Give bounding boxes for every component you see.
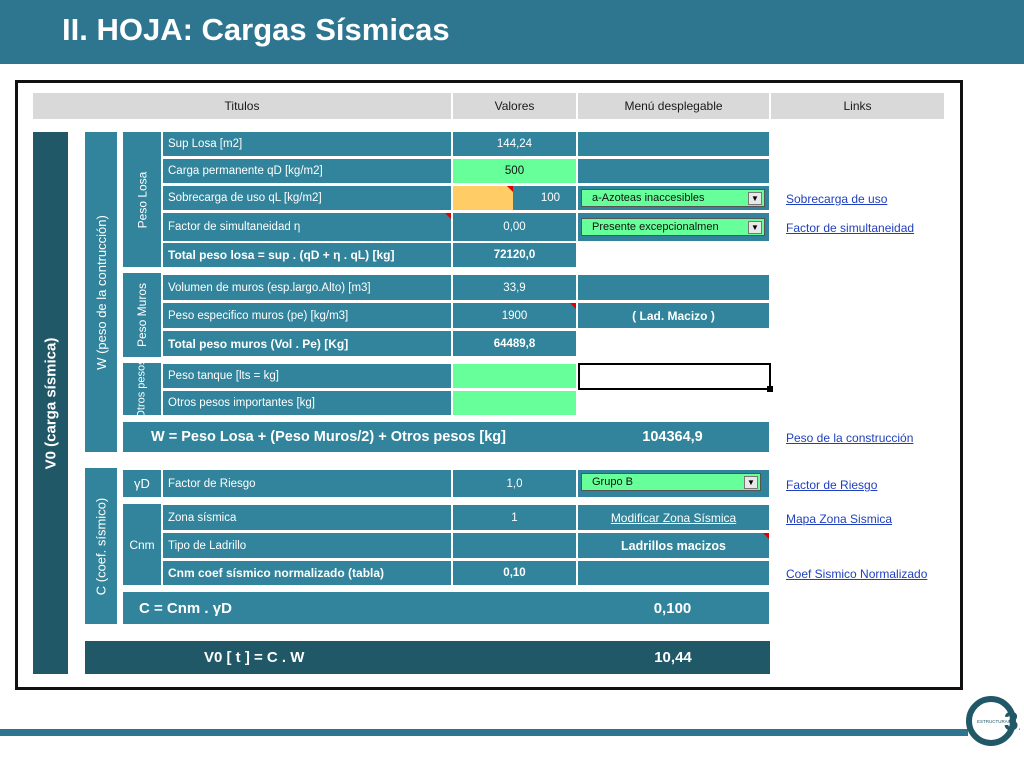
factor-riesgo-select[interactable]: Grupo B ▼	[581, 473, 761, 491]
modificar-zona-cell: Modificar Zona Sísmica	[578, 505, 769, 530]
factor-simultaneidad-value: 0,00	[453, 213, 576, 241]
carga-permanente-menu-cell	[578, 159, 769, 183]
factor-riesgo-value: 1,0	[453, 470, 576, 497]
sup-losa-menu-cell	[578, 132, 769, 156]
tipo-ladrillo-value: Ladrillos macizos	[578, 533, 769, 558]
peso-especifico-label: Peso especifico muros (pe) [kg/m3]	[163, 303, 451, 328]
factor-riesgo-label: Factor de Riesgo	[163, 470, 451, 497]
volumen-muros-menu-cell	[578, 275, 769, 300]
peso-especifico-value: 1900	[453, 303, 576, 328]
sup-losa-value: 144,24	[453, 132, 576, 156]
v0-side-label: V0 (carga sísmica)	[33, 132, 68, 674]
modificar-zona-link[interactable]: Modificar Zona Sísmica	[611, 511, 736, 525]
fill-handle[interactable]	[767, 386, 773, 392]
factor-riesgo-link[interactable]: Factor de Riesgo	[786, 478, 877, 492]
sup-losa-label: Sup Losa [m2]	[163, 132, 451, 156]
peso-muros-group-label: Peso Muros	[123, 273, 161, 357]
selected-cell[interactable]	[578, 363, 773, 392]
tipo-ladrillo-label: Tipo de Ladrillo	[163, 533, 451, 558]
comment-indicator	[445, 213, 451, 219]
peso-tanque-input[interactable]	[453, 364, 576, 388]
v0-formula-label: V0 [ t ] = C . W	[85, 641, 576, 674]
dropdown-arrow-icon[interactable]: ▼	[748, 221, 762, 234]
total-peso-muros-value: 64489,8	[453, 331, 576, 356]
cnm-group-label: Cnm	[123, 504, 161, 585]
zona-sismica-value: 1	[453, 505, 576, 530]
footer-bar	[0, 729, 968, 736]
factor-simultaneidad-label: Factor de simultaneidad η	[163, 213, 451, 241]
carga-permanente-label: Carga permanente qD [kg/m2]	[163, 159, 451, 183]
header-links: Links	[771, 93, 944, 119]
cnm-coef-menu-cell	[578, 561, 769, 585]
zona-sismica-label: Zona sísmica	[163, 505, 451, 530]
total-peso-losa-label: Total peso losa = sup . (qD + η . qL) [k…	[163, 243, 451, 267]
comment-indicator	[570, 303, 576, 309]
sobrecarga-label: Sobrecarga de uso qL [kg/m2]	[163, 186, 451, 210]
dropdown-arrow-icon[interactable]: ▼	[744, 476, 758, 489]
coef-sismico-link[interactable]: Coef Sismico Normalizado	[786, 567, 927, 581]
slide-title: II. HOJA: Cargas Sísmicas	[62, 12, 450, 47]
c-formula-label: C = Cnm . γD	[123, 592, 576, 624]
volumen-muros-value: 33,9	[453, 275, 576, 300]
carga-permanente-input[interactable]: 500	[453, 159, 576, 183]
sobrecarga-select[interactable]: a-Azoteas inaccesibles ▼	[581, 189, 765, 207]
c-total-value: 0,100	[576, 592, 769, 624]
logo-text: ESTRUCTURAS	[977, 719, 1011, 724]
dropdown-arrow-icon[interactable]: ▼	[748, 192, 762, 205]
factor-simultaneidad-select[interactable]: Presente excepcionalmen ▼	[581, 218, 765, 236]
mapa-zona-link[interactable]: Mapa Zona Sismica	[786, 512, 892, 526]
ladrillo-macizo-cell: ( Lad. Macizo )	[578, 303, 769, 328]
otros-pesos-label: Otros pesos importantes [kg]	[163, 391, 451, 415]
w-side-label: W (peso de la contrucción)	[85, 132, 117, 452]
w-total-value: 104364,9	[576, 422, 769, 452]
factor-simultaneidad-link[interactable]: Factor de simultaneidad	[786, 221, 914, 235]
otros-pesos-input[interactable]	[453, 391, 576, 415]
sobrecarga-orange-cell[interactable]	[453, 186, 513, 210]
c-side-label: C (coef. sísmico)	[85, 468, 117, 624]
peso-tanque-label: Peso tanque [lts = kg]	[163, 364, 451, 388]
total-peso-losa-value: 72120,0	[453, 243, 576, 267]
cnm-coef-label: Cnm coef sísmico normalizado (tabla)	[163, 561, 451, 585]
volumen-muros-label: Volumen de muros (esp.largo.Alto) [m3]	[163, 275, 451, 300]
sobrecarga-value: 100	[513, 186, 576, 210]
otros-pesos-group-label: Otros pesos	[123, 359, 161, 419]
comment-indicator	[763, 533, 769, 539]
peso-losa-group-label: Peso Losa	[123, 132, 161, 267]
gamma-d-group-label: γD	[123, 470, 161, 497]
company-logo: 3A ESTRUCTURAS	[966, 694, 1024, 748]
cnm-coef-value: 0,10	[453, 561, 576, 585]
w-formula-label: W = Peso Losa + (Peso Muros/2) + Otros p…	[123, 422, 576, 452]
sobrecarga-link[interactable]: Sobrecarga de uso	[786, 192, 887, 206]
total-peso-muros-label: Total peso muros (Vol . Pe) [Kg]	[163, 331, 451, 356]
header-menu: Menú desplegable	[578, 93, 769, 119]
tipo-ladrillo-value-cell	[453, 533, 576, 558]
header-valores: Valores	[453, 93, 576, 119]
v0-total-value: 10,44	[576, 641, 770, 674]
peso-construccion-link[interactable]: Peso de la construcción	[786, 431, 913, 445]
header-titulos: Titulos	[33, 93, 451, 119]
